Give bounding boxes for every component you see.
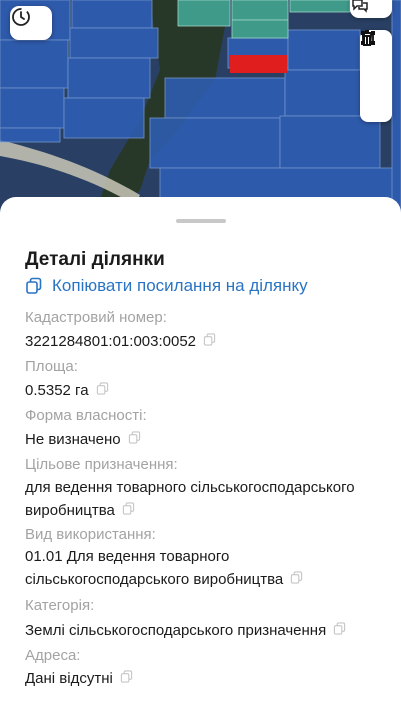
parcel-details-sheet: Деталі ділянки Копіювати посилання на ді… <box>0 197 401 717</box>
category-label: Категорія: <box>25 597 95 614</box>
ownership-label: Форма власності: <box>25 407 147 424</box>
satellite-map <box>0 0 401 215</box>
area-value: 0.5352 га <box>25 382 89 399</box>
copy-icon[interactable] <box>122 502 135 515</box>
cadastral-number-row: 3221284801:01:003:0052 <box>25 330 385 353</box>
history-clock-icon <box>12 8 30 26</box>
copy-icon[interactable] <box>290 571 303 584</box>
copy-link-label: Копіювати посилання на ділянку <box>52 276 308 295</box>
usage-type-value: 01.01 Для ведення товарного сільськогосп… <box>25 548 284 588</box>
area-label: Площа: <box>25 358 78 375</box>
chat-button[interactable] <box>350 0 392 18</box>
cadastral-number-value: 3221284801:01:003:0052 <box>25 333 197 350</box>
copy-link-button[interactable]: Копіювати посилання на ділянку <box>25 275 308 297</box>
copy-icon <box>26 277 42 294</box>
usage-type-row: 01.01 Для ведення товарного сільськогосп… <box>25 545 385 591</box>
copy-icon[interactable] <box>120 670 133 683</box>
sheet-drag-handle[interactable] <box>176 219 226 223</box>
category-row: Землі сільськогосподарського призначення <box>25 619 385 642</box>
selected-parcel[interactable] <box>230 55 287 73</box>
address-value: Дані відсутні <box>25 670 113 687</box>
chat-bubbles-icon <box>352 0 368 13</box>
map-tools-panel <box>360 30 392 122</box>
history-button[interactable] <box>10 6 52 40</box>
map-view[interactable] <box>0 0 401 215</box>
copy-icon[interactable] <box>203 333 216 346</box>
copy-icon[interactable] <box>128 431 141 444</box>
purpose-row: для ведення товарного сільськогосподарсь… <box>25 476 385 522</box>
copy-icon[interactable] <box>333 622 346 635</box>
usage-type-label: Вид використання: <box>25 526 156 543</box>
purpose-value: для ведення товарного сільськогосподарсь… <box>25 479 355 519</box>
measure-area-button[interactable] <box>361 31 391 90</box>
address-row: Дані відсутні <box>25 667 385 690</box>
cadastral-number-label: Кадастровий номер: <box>25 309 167 326</box>
delete-measure-button[interactable] <box>361 30 391 121</box>
category-value: Землі сільськогосподарського призначення <box>25 622 327 639</box>
ownership-value: Не визначено <box>25 431 121 448</box>
address-label: Адреса: <box>25 647 81 664</box>
copy-icon[interactable] <box>96 382 109 395</box>
ownership-row: Не визначено <box>25 428 385 451</box>
purpose-label: Цільове призначення: <box>25 456 178 473</box>
sheet-title: Деталі ділянки <box>25 249 165 270</box>
area-row: 0.5352 га <box>25 379 385 402</box>
trash-icon <box>361 30 373 46</box>
